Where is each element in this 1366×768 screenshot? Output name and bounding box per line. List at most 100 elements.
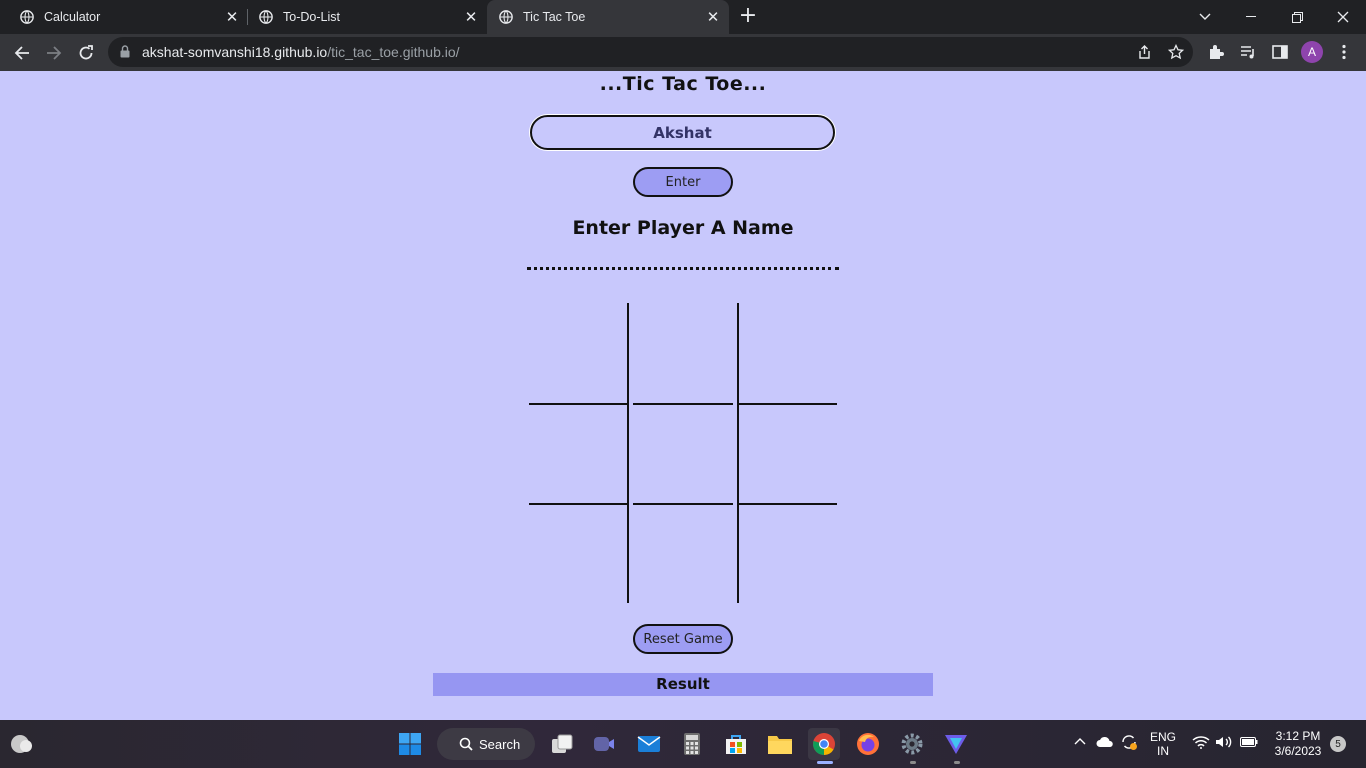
forward-button[interactable] bbox=[40, 39, 68, 67]
profile-avatar[interactable]: A bbox=[1301, 41, 1323, 63]
store-icon bbox=[726, 735, 746, 754]
minimize-button[interactable] bbox=[1228, 0, 1274, 34]
tab-to-do-list[interactable]: To-Do-List ✕ bbox=[239, 0, 487, 34]
gear-icon bbox=[901, 733, 923, 755]
grid-line bbox=[737, 303, 739, 603]
player-prompt: Enter Player A Name bbox=[572, 217, 794, 239]
sync-icon[interactable] bbox=[1120, 733, 1138, 751]
tab-title: Tic Tac Toe bbox=[523, 10, 586, 24]
board-cell-5[interactable] bbox=[629, 405, 737, 503]
teams-app[interactable] bbox=[588, 728, 620, 760]
kebab-menu-icon[interactable] bbox=[1335, 43, 1353, 61]
mail-app[interactable] bbox=[633, 728, 665, 760]
tab-title: To-Do-List bbox=[283, 10, 340, 24]
battery-icon[interactable] bbox=[1240, 737, 1258, 747]
start-button[interactable] bbox=[394, 728, 426, 760]
store-app[interactable] bbox=[720, 728, 752, 760]
notification-badge[interactable]: 5 bbox=[1330, 736, 1346, 752]
extensions-icon[interactable] bbox=[1207, 43, 1225, 61]
side-panel-icon[interactable] bbox=[1271, 43, 1289, 61]
board-cell-4[interactable] bbox=[529, 405, 627, 503]
firefox-app[interactable] bbox=[852, 728, 884, 760]
running-app-indicator bbox=[910, 761, 916, 764]
search-icon bbox=[459, 737, 473, 751]
url-host: akshat-somvanshi18.github.io bbox=[142, 44, 328, 60]
clock[interactable]: 3:12 PM 3/6/2023 bbox=[1266, 729, 1330, 759]
close-icon[interactable]: ✕ bbox=[705, 9, 721, 26]
running-app-indicator bbox=[954, 761, 960, 764]
restore-button[interactable] bbox=[1274, 0, 1320, 34]
grid-line bbox=[529, 503, 627, 505]
media-playlist-icon[interactable] bbox=[1239, 43, 1257, 61]
task-view-button[interactable] bbox=[546, 728, 578, 760]
tab-calculator[interactable]: Calculator ✕ bbox=[0, 0, 248, 34]
reload-button[interactable] bbox=[72, 39, 100, 67]
new-tab-button[interactable]: + bbox=[736, 5, 760, 29]
clock-time: 3:12 PM bbox=[1275, 729, 1321, 743]
folder-icon bbox=[768, 736, 792, 754]
grid-line bbox=[627, 303, 629, 603]
board-cell-6[interactable] bbox=[739, 405, 837, 503]
close-icon[interactable]: ✕ bbox=[463, 9, 479, 26]
dotted-divider bbox=[527, 267, 839, 270]
close-icon[interactable]: ✕ bbox=[224, 9, 240, 26]
calculator-icon bbox=[684, 733, 700, 755]
share-icon[interactable] bbox=[1136, 44, 1152, 60]
star-icon[interactable] bbox=[1168, 44, 1184, 60]
board-cell-1[interactable] bbox=[529, 303, 627, 403]
game-page: ...Tic Tac Toe... Enter Enter Player A N… bbox=[0, 71, 1366, 720]
vpn-icon bbox=[945, 735, 967, 754]
taskbar-search[interactable]: Search bbox=[437, 728, 535, 760]
address-bar[interactable]: akshat-somvanshi18.github.io/tic_tac_toe… bbox=[108, 37, 1193, 67]
result-bar: Result bbox=[433, 673, 933, 696]
clock-date: 3/6/2023 bbox=[1274, 744, 1322, 758]
tab-tic-tac-toe[interactable]: Tic Tac Toe ✕ bbox=[487, 0, 729, 34]
arrow-right-icon bbox=[47, 46, 62, 60]
calculator-app[interactable] bbox=[676, 728, 708, 760]
grid-line bbox=[739, 403, 837, 405]
mail-icon bbox=[637, 736, 661, 752]
page-title: ...Tic Tac Toe... bbox=[599, 73, 767, 95]
language-indicator[interactable]: ENG IN bbox=[1146, 730, 1180, 758]
cloud-icon bbox=[11, 735, 32, 753]
lock-icon bbox=[120, 45, 130, 58]
back-button[interactable] bbox=[8, 39, 36, 67]
board-cell-8[interactable] bbox=[629, 505, 737, 603]
wifi-icon[interactable] bbox=[1192, 735, 1210, 749]
search-label: Search bbox=[479, 736, 521, 752]
volume-icon[interactable] bbox=[1215, 735, 1233, 749]
tab-title: Calculator bbox=[44, 10, 101, 24]
reset-game-button[interactable]: Reset Game bbox=[633, 624, 733, 654]
browser-tab-strip: Calculator ✕ To-Do-List ✕ Tic Tac Toe ✕ … bbox=[0, 0, 1366, 34]
tab-search-button[interactable] bbox=[1182, 0, 1228, 34]
restore-icon bbox=[1291, 11, 1303, 23]
url-path: /tic_tac_toe.github.io/ bbox=[327, 44, 460, 60]
board-cell-2[interactable] bbox=[629, 303, 737, 403]
active-app-indicator bbox=[817, 761, 833, 764]
close-icon bbox=[1337, 11, 1349, 23]
arrow-left-icon bbox=[14, 46, 29, 60]
chrome-icon bbox=[813, 733, 835, 755]
enter-button[interactable]: Enter bbox=[633, 167, 733, 197]
file-explorer-app[interactable] bbox=[764, 728, 796, 760]
onedrive-cloud-icon[interactable] bbox=[1096, 736, 1114, 748]
minimize-icon bbox=[1246, 16, 1256, 17]
board-cell-9[interactable] bbox=[739, 505, 837, 603]
board-cell-3[interactable] bbox=[739, 303, 837, 403]
taskbar: Search ENG IN 3:12 PM 3/6/2023 bbox=[0, 720, 1366, 768]
language-code: ENG bbox=[1149, 730, 1176, 744]
game-board bbox=[529, 303, 837, 603]
vpn-app[interactable] bbox=[940, 728, 972, 760]
settings-app[interactable] bbox=[896, 728, 928, 760]
player-name-input[interactable] bbox=[530, 115, 835, 150]
weather-widget[interactable] bbox=[6, 728, 38, 760]
reload-icon bbox=[79, 45, 93, 60]
url-text: akshat-somvanshi18.github.io/tic_tac_toe… bbox=[142, 44, 460, 60]
board-cell-7[interactable] bbox=[529, 505, 627, 603]
task-view-icon bbox=[552, 734, 573, 753]
chevron-up-icon[interactable] bbox=[1074, 737, 1086, 745]
close-window-button[interactable] bbox=[1320, 0, 1366, 34]
chrome-app[interactable] bbox=[808, 728, 840, 760]
video-chat-icon bbox=[594, 737, 614, 751]
windows-start-icon bbox=[399, 733, 421, 755]
